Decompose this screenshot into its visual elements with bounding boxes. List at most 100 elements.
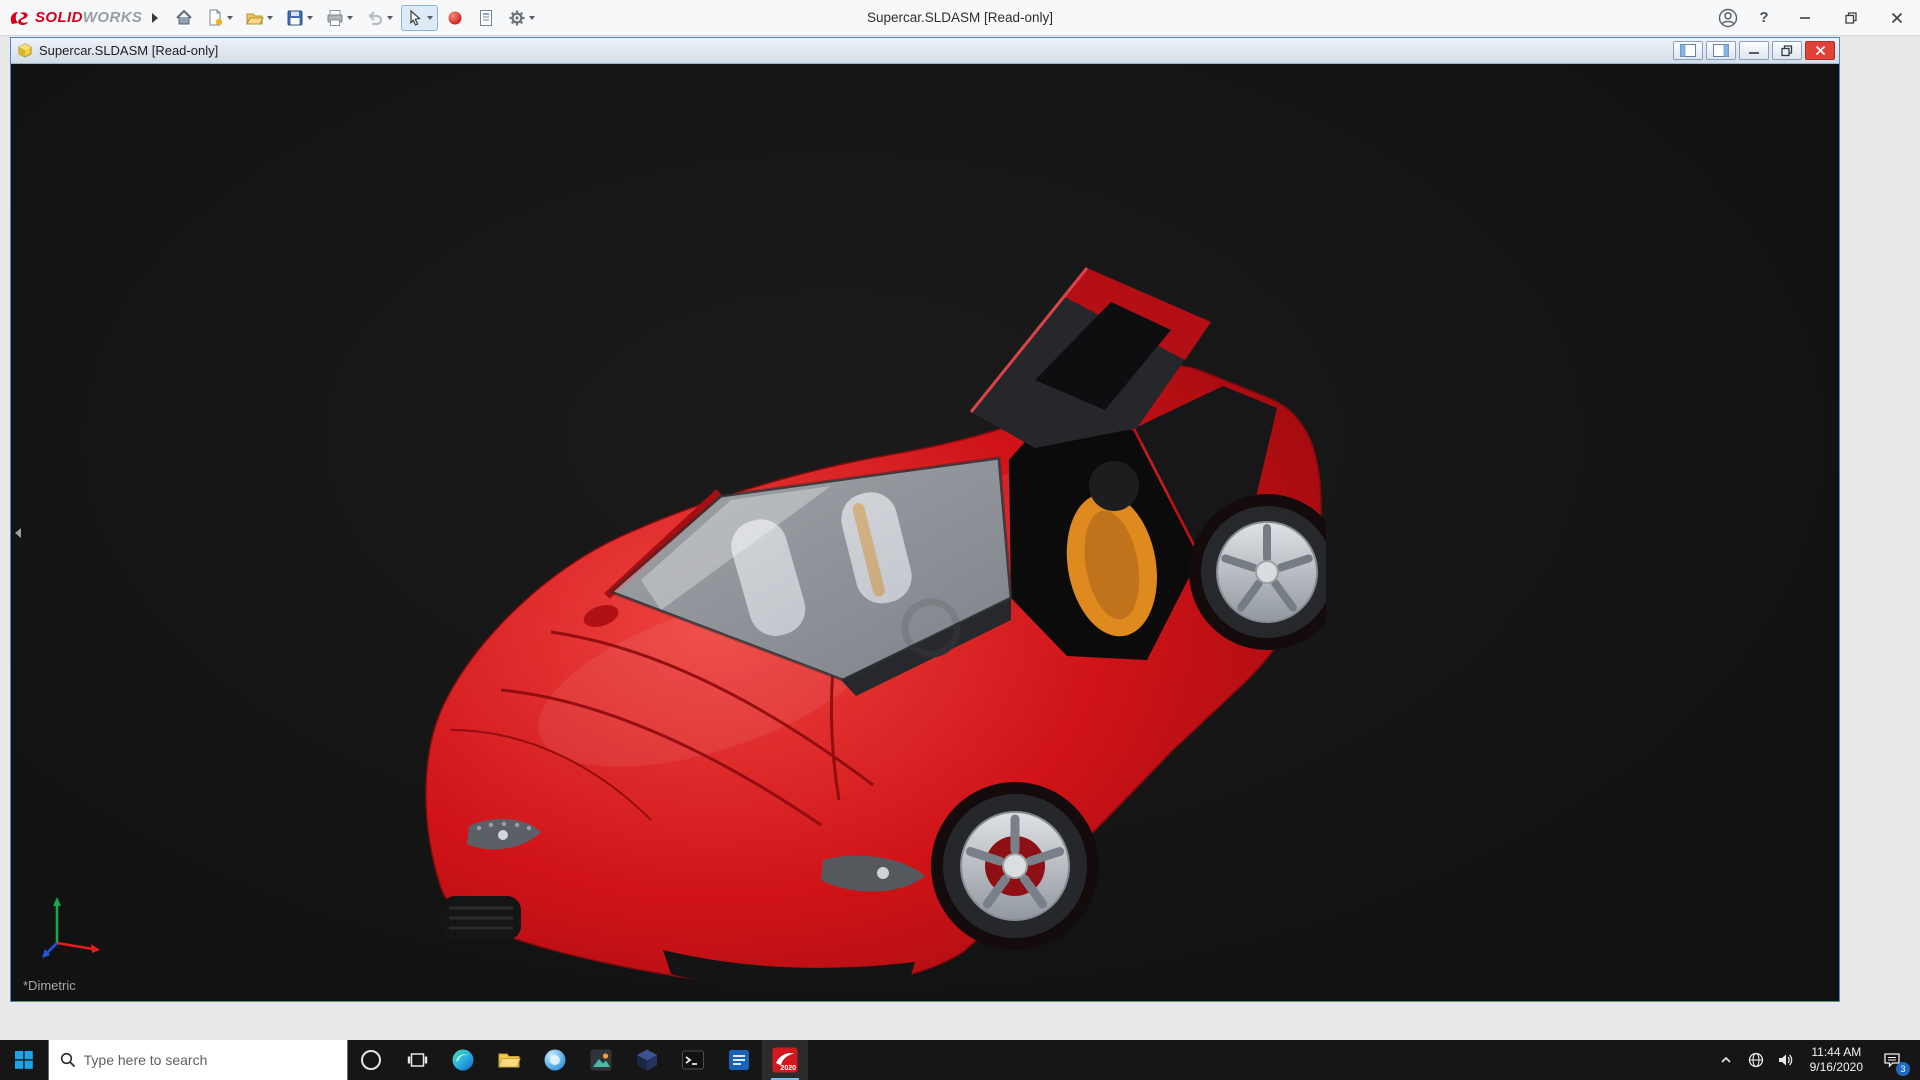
open-button[interactable] [241,5,278,31]
view-orientation-label: *Dimetric [23,978,76,993]
browser-button[interactable] [532,1040,578,1080]
cortana-icon [361,1050,381,1070]
select-dropdown-icon[interactable] [427,16,433,20]
doc-minimize-icon [1748,45,1760,57]
help-button[interactable]: ? [1746,0,1782,35]
home-button[interactable] [170,5,198,31]
app-minimize-button[interactable] [1782,0,1828,35]
brand-solid: SOLID [35,9,83,26]
system-tray: 11:44 AM 9/16/2020 3 [1711,1040,1920,1080]
help-icon: ? [1759,9,1768,26]
edge-icon [451,1048,475,1072]
undo-icon [366,9,384,27]
office-document-button[interactable] [716,1040,762,1080]
search-icon [60,1052,75,1068]
taskbar-clock[interactable]: 11:44 AM 9/16/2020 [1801,1045,1872,1075]
start-button[interactable] [0,1040,48,1080]
doc-minimize-button[interactable] [1739,41,1769,60]
save-dropdown-icon[interactable] [307,16,313,20]
options-button[interactable] [503,5,540,31]
network-button[interactable] [1741,1040,1771,1080]
edit-appearance-icon [446,9,464,27]
account-icon [1718,8,1738,28]
speaker-icon [1777,1052,1794,1068]
taskbar: 2020 11:44 AM 9/16/2020 3 [0,1040,1920,1080]
document-titlebar[interactable]: Supercar.SLDASM [Read-only] [11,38,1839,64]
app-restore-button[interactable] [1828,0,1874,35]
clock-time: 11:44 AM [1810,1045,1863,1060]
doc-restore-icon [1781,45,1793,57]
screen: SOLIDWORKS [0,0,1920,1080]
task-view-icon [407,1050,428,1070]
solidworks-logo: SOLIDWORKS [8,9,142,27]
document-title: Supercar.SLDASM [Read-only] [39,43,218,58]
display-pane-left-icon [1680,44,1696,57]
doc-close-icon [1815,45,1826,56]
doc-restore-button[interactable] [1772,41,1802,60]
doc-close-button[interactable] [1805,41,1835,60]
solidworks-version-label: 2020 [780,1065,796,1072]
solidworks-2020-icon: 2020 [772,1047,798,1073]
new-document-button[interactable] [201,5,238,31]
terminal-icon [681,1048,705,1072]
cortana-button[interactable] [348,1040,394,1080]
browser-icon [543,1048,567,1072]
brand-works: WORKS [83,9,143,26]
restore-icon [1845,12,1857,24]
select-cursor-icon [406,9,424,27]
file-explorer-button[interactable] [486,1040,532,1080]
edge-button[interactable] [440,1040,486,1080]
print-button[interactable] [321,5,358,31]
viewport-3d[interactable]: *Dimetric [11,64,1839,1001]
volume-button[interactable] [1771,1040,1801,1080]
select-button[interactable] [401,5,438,31]
file-explorer-icon [497,1048,521,1072]
search-input[interactable] [84,1052,336,1068]
app-window-title: Supercar.SLDASM [Read-only] [867,10,1053,25]
display-pane-right-button[interactable] [1706,41,1736,60]
globe-icon [1748,1052,1764,1068]
photos-icon [589,1048,613,1072]
task-view-button[interactable] [394,1040,440,1080]
assembly-icon [17,43,33,59]
tray-overflow-button[interactable] [1711,1040,1741,1080]
gear-icon [508,9,526,27]
clock-date: 9/16/2020 [1810,1060,1863,1075]
document-controls [1673,41,1835,60]
supercar-model[interactable] [411,260,1326,995]
document-window: Supercar.SLDASM [Read-only] [10,37,1840,1002]
account-button[interactable] [1710,0,1746,35]
edit-appearance-button[interactable] [441,5,469,31]
solidworks-cube-button[interactable] [624,1040,670,1080]
photos-button[interactable] [578,1040,624,1080]
notification-badge: 3 [1896,1062,1910,1076]
new-document-dropdown-icon[interactable] [227,16,233,20]
taskbar-search[interactable] [48,1040,348,1080]
headrest [1089,461,1139,511]
close-icon [1891,12,1903,24]
solidworks-2020-button[interactable]: 2020 [762,1040,808,1080]
orientation-triad [37,887,111,961]
undo-dropdown-icon[interactable] [387,16,393,20]
options-dropdown-icon[interactable] [529,16,535,20]
action-center-button[interactable]: 3 [1872,1040,1912,1080]
save-icon [286,9,304,27]
save-button[interactable] [281,5,318,31]
chevron-left-icon [15,528,21,538]
terminal-button[interactable] [670,1040,716,1080]
display-pane-left-button[interactable] [1673,41,1703,60]
app-close-button[interactable] [1874,0,1920,35]
print-icon [326,9,344,27]
open-dropdown-icon[interactable] [267,16,273,20]
new-document-icon [206,9,224,27]
print-dropdown-icon[interactable] [347,16,353,20]
brand-expand-arrow-icon[interactable] [152,13,158,23]
chevron-up-icon [1719,1053,1733,1067]
feature-panel-collapse-button[interactable] [11,511,25,555]
minimize-icon [1799,12,1811,24]
home-icon [175,9,193,27]
file-properties-icon [477,9,495,27]
front-wheel [943,794,1087,938]
undo-button[interactable] [361,5,398,31]
file-properties-button[interactable] [472,5,500,31]
